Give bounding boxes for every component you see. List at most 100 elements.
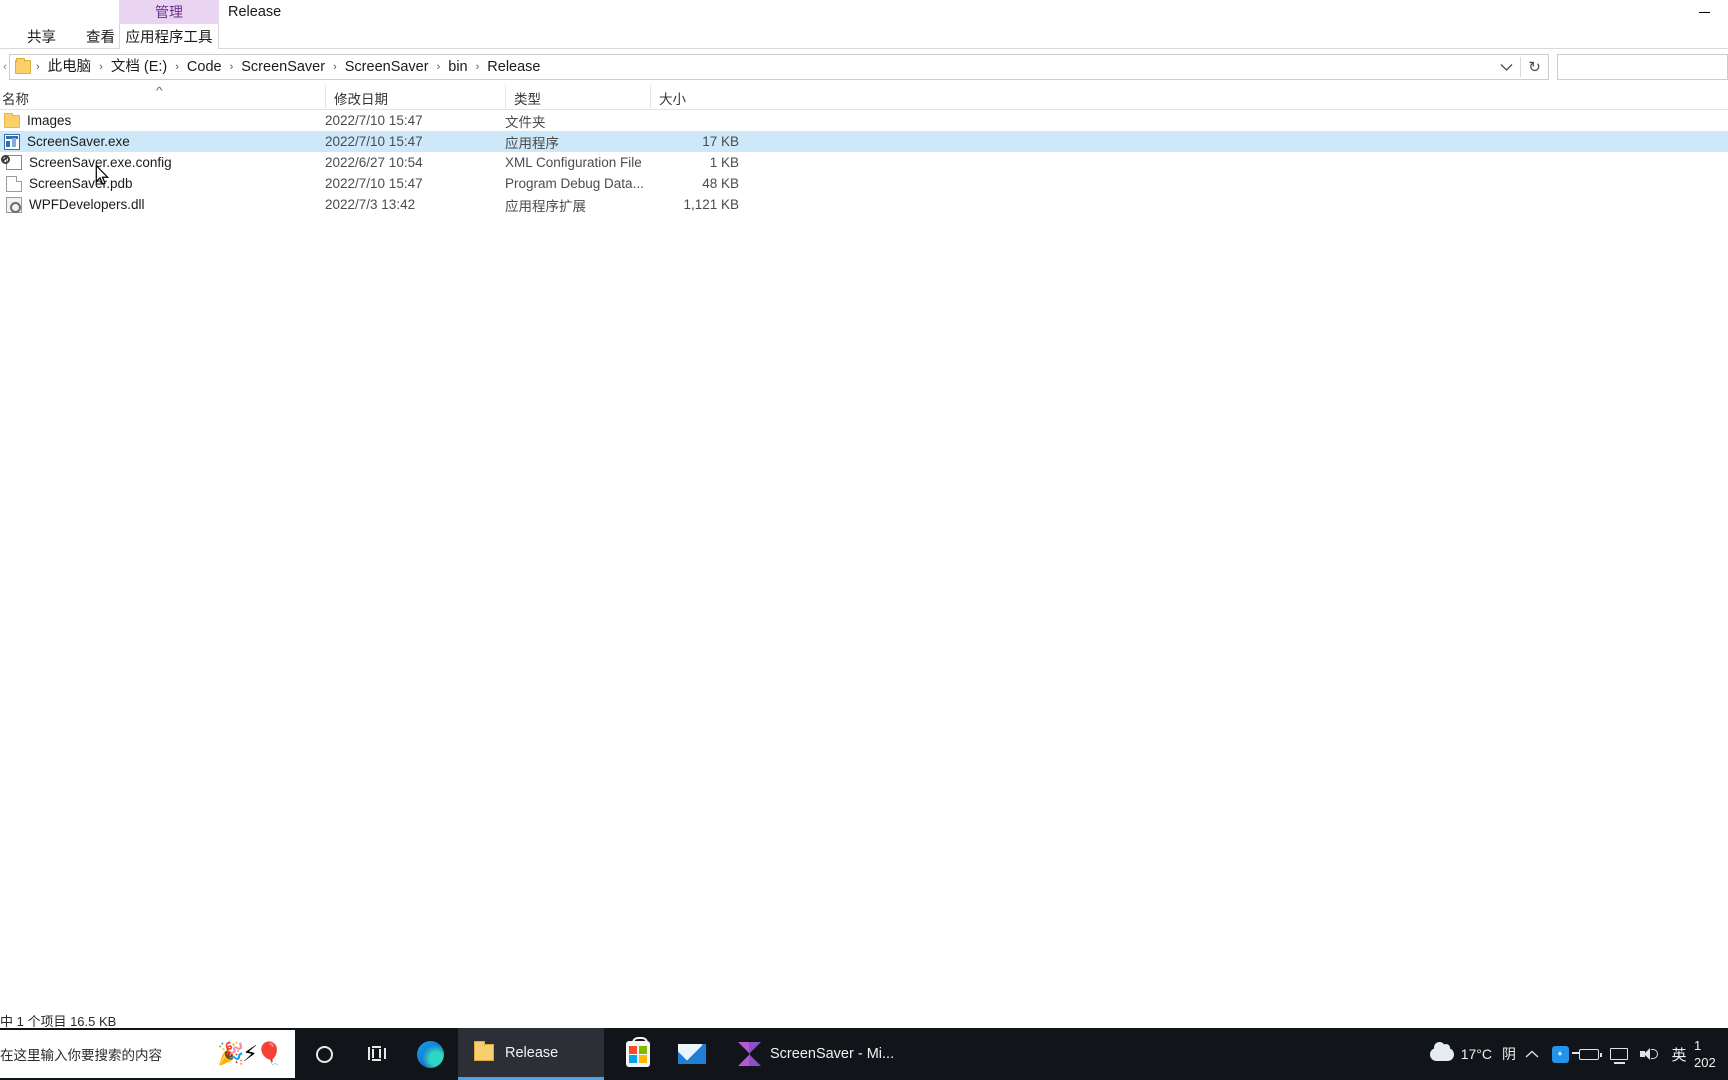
taskbar-item-store[interactable]: [614, 1028, 662, 1080]
breadcrumb-item-screensaver-1[interactable]: ScreenSaver: [235, 55, 331, 79]
edge-icon: [416, 1040, 444, 1068]
file-date-cell: 2022/7/10 15:47: [325, 176, 423, 191]
nav-back-caret-glyph: ‹: [3, 61, 7, 73]
file-type-cell: 应用程序: [505, 135, 559, 151]
taskbar: 在这里输入你要搜索的内容 🎉⚡🎈 Release ScreenSaver - M…: [0, 1028, 1728, 1080]
table-row[interactable]: ScreenSaver.exe 2022/7/10 15:47 应用程序 17 …: [0, 131, 1728, 152]
bluetooth-icon: ᛭: [1551, 1045, 1569, 1063]
taskbar-search-box[interactable]: 在这里输入你要搜索的内容 🎉⚡🎈: [0, 1030, 295, 1078]
file-name-label: Images: [27, 113, 72, 128]
document-icon: [6, 175, 22, 192]
tray-temperature: 17°C: [1460, 1046, 1492, 1062]
table-row[interactable]: ScreenSaver.exe.config 2022/6/27 10:54 X…: [0, 152, 1728, 173]
search-input[interactable]: [1557, 54, 1728, 80]
file-name-cell: ScreenSaver.exe.config: [0, 152, 325, 173]
tray-bluetooth-icon[interactable]: ᛭: [1546, 1028, 1574, 1080]
tray-volume-icon[interactable]: [1634, 1028, 1664, 1080]
file-list: Images 2022/7/10 15:47 文件夹 ScreenSaver.e…: [0, 110, 1728, 1020]
tray-battery-icon[interactable]: [1572, 1028, 1604, 1080]
breadcrumb-separator: ›: [436, 61, 441, 73]
contextual-tab-group-manage: 管理: [119, 0, 219, 24]
taskbar-search-placeholder: 在这里输入你要搜索的内容: [0, 1048, 162, 1063]
ribbon-tab-strip: 管理 共享 查看 应用程序工具 Release: [0, 0, 1728, 49]
file-date-cell: 2022/7/10 15:47: [325, 134, 423, 149]
folder-icon: [474, 1041, 494, 1061]
tray-ime-indicator[interactable]: 英: [1664, 1028, 1694, 1080]
taskbar-item-release-label: Release: [505, 1044, 559, 1061]
file-name-cell: ScreenSaver.exe: [0, 131, 325, 152]
breadcrumb-separator: ›: [333, 61, 337, 73]
file-size-cell: 48 KB: [702, 176, 739, 191]
task-view-button[interactable]: [355, 1028, 401, 1080]
taskbar-item-visual-studio[interactable]: ScreenSaver - Mi...: [720, 1028, 906, 1080]
breadcrumb-separator: ›: [229, 61, 234, 73]
taskbar-item-edge[interactable]: [406, 1028, 454, 1080]
file-date-cell: 2022/6/27 10:54: [325, 155, 423, 170]
breadcrumb-item-code[interactable]: Code: [181, 55, 228, 79]
file-name-cell: WPFDevelopers.dll: [0, 194, 325, 215]
column-header-date-label: 修改日期: [334, 91, 388, 107]
column-header-date[interactable]: 修改日期: [325, 85, 505, 110]
network-icon: [1610, 1048, 1628, 1064]
table-row[interactable]: WPFDevelopers.dll 2022/7/3 13:42 应用程序扩展 …: [0, 194, 1728, 215]
window-title: Release: [228, 0, 281, 24]
breadcrumb-item-screensaver-2[interactable]: ScreenSaver: [339, 55, 435, 79]
file-size-cell: 1,121 KB: [683, 197, 739, 212]
breadcrumb-separator: ›: [99, 61, 103, 73]
tray-show-hidden-icons-button[interactable]: [1518, 1028, 1546, 1080]
file-type-cell: Program Debug Data...: [505, 176, 644, 191]
power-plug-icon: [1572, 1051, 1579, 1054]
cortana-button[interactable]: [301, 1028, 347, 1080]
file-type-cell: XML Configuration File: [505, 155, 642, 170]
breadcrumb-address-box[interactable]: › 此电脑 › 文档 (E:) › Code › ScreenSaver › S…: [9, 54, 1549, 80]
table-row[interactable]: ScreenSaver.pdb 2022/7/10 15:47 Program …: [0, 173, 1728, 194]
file-name-cell: ScreenSaver.pdb: [0, 173, 325, 194]
column-header-name-label: 名称: [2, 91, 29, 107]
column-header-row: 名称 ^ 修改日期 类型 大小: [0, 85, 1728, 110]
column-header-size[interactable]: 大小: [650, 85, 755, 110]
file-size-cell: [650, 110, 744, 131]
breadcrumb-item-bin[interactable]: bin: [442, 55, 473, 79]
task-view-icon: [368, 1046, 388, 1062]
tray-network-icon[interactable]: [1604, 1028, 1634, 1080]
ribbon-tab-application-tools-label: 应用程序工具: [125, 30, 213, 46]
config-file-icon: [1, 155, 22, 170]
refresh-icon: ↻: [1528, 59, 1541, 76]
file-date-cell: 2022/7/3 13:42: [325, 197, 416, 212]
refresh-button[interactable]: ↻: [1521, 55, 1548, 79]
chevron-down-svg: [1500, 63, 1512, 71]
column-header-name[interactable]: 名称 ^: [0, 85, 325, 110]
sound-wave-icon: [1651, 1049, 1658, 1059]
breadcrumb-item-documents[interactable]: 文档 (E:): [105, 55, 173, 79]
minimize-icon: [1699, 11, 1710, 13]
visual-studio-icon: [736, 1041, 762, 1067]
breadcrumb-item-this-pc[interactable]: 此电脑: [42, 55, 98, 79]
file-type-cell: 应用程序扩展: [505, 198, 586, 214]
taskbar-item-release[interactable]: Release: [458, 1028, 604, 1080]
taskbar-item-mail[interactable]: [668, 1028, 716, 1080]
column-header-type-label: 类型: [514, 91, 541, 107]
file-size-cell: 1 KB: [709, 155, 739, 170]
microsoft-store-icon: [626, 1037, 650, 1067]
ribbon-tab-share-label: 共享: [27, 30, 56, 46]
folder-icon: [4, 113, 20, 128]
file-name-label: ScreenSaver.exe: [27, 134, 130, 149]
tray-clock-date: 202: [1694, 1055, 1716, 1070]
cortana-icon: [315, 1045, 333, 1063]
file-name-label: ScreenSaver.exe.config: [29, 155, 172, 170]
tray-clock[interactable]: 1 202: [1694, 1028, 1728, 1080]
file-name-label: ScreenSaver.pdb: [29, 176, 133, 191]
column-header-type[interactable]: 类型: [505, 85, 650, 110]
ribbon-tab-view-label: 查看: [86, 30, 115, 46]
chevron-down-icon[interactable]: [1494, 55, 1518, 79]
tray-weather-widget[interactable]: 17°C 阴: [1424, 1028, 1518, 1080]
breadcrumb-item-release[interactable]: Release: [481, 55, 546, 79]
ribbon-tab-application-tools[interactable]: 应用程序工具: [119, 24, 219, 49]
table-row[interactable]: Images 2022/7/10 15:47 文件夹: [0, 110, 1728, 131]
file-name-cell: Images: [0, 110, 325, 131]
status-bar: 中 1 个项目 16.5 KB: [0, 1013, 1728, 1029]
window-title-text: Release: [228, 4, 282, 20]
taskbar-search-decoration-icon: 🎉⚡🎈: [217, 1041, 283, 1066]
minimize-button[interactable]: [1681, 0, 1728, 24]
ribbon-tab-share[interactable]: 共享: [14, 24, 69, 49]
